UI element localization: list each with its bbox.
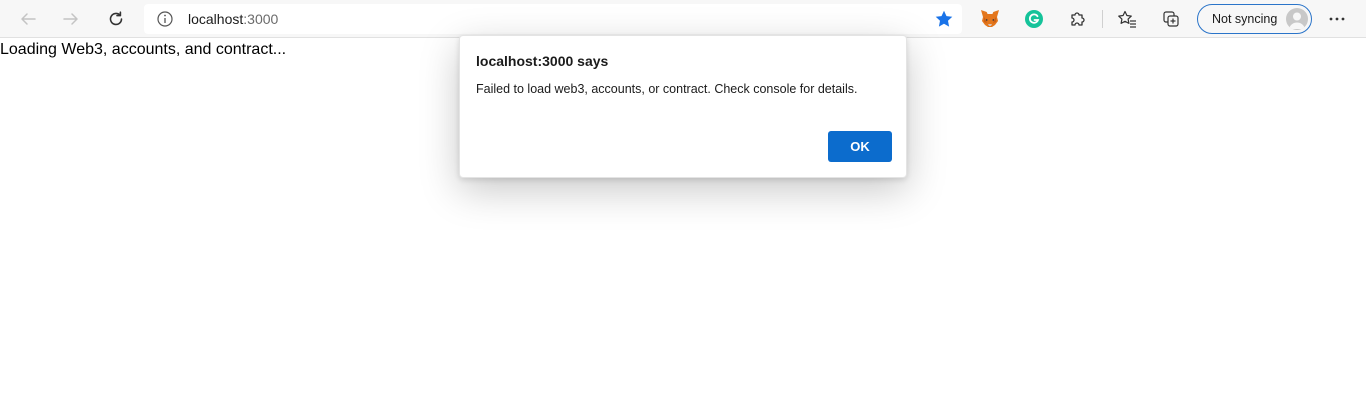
forward-button[interactable]: [56, 4, 86, 34]
address-bar[interactable]: localhost:3000: [144, 4, 962, 34]
browser-toolbar: localhost:3000 Not syncing: [0, 0, 1366, 38]
toolbar-divider: [1102, 10, 1103, 28]
more-dots-icon: [1329, 17, 1345, 21]
dialog-title: localhost:3000 says: [476, 53, 609, 69]
loading-status-text: Loading Web3, accounts, and contract...: [0, 41, 287, 58]
star-filled-icon[interactable]: [934, 9, 954, 29]
url-host: localhost: [188, 11, 244, 27]
extensions-button[interactable]: [1063, 4, 1093, 34]
back-button[interactable]: [13, 4, 43, 34]
arrow-left-icon: [21, 13, 36, 25]
alert-dialog: localhost:3000 says Failed to load web3,…: [459, 35, 907, 178]
profile-button[interactable]: Not syncing: [1197, 4, 1312, 34]
collections-icon: [1163, 11, 1179, 27]
info-icon[interactable]: [156, 10, 174, 28]
profile-label: Not syncing: [1212, 12, 1278, 26]
metamask-fox-icon: [981, 10, 999, 27]
refresh-button[interactable]: [101, 4, 131, 34]
user-avatar-icon: [1286, 8, 1308, 30]
grammarly-icon: [1025, 10, 1043, 28]
dialog-message: Failed to load web3, accounts, or contra…: [476, 82, 858, 96]
url-port: :3000: [243, 11, 279, 27]
favorites-button[interactable]: [1112, 4, 1142, 34]
collections-button[interactable]: [1156, 4, 1186, 34]
more-options-button[interactable]: [1322, 4, 1352, 34]
ok-button[interactable]: OK: [828, 131, 892, 162]
refresh-icon: [109, 11, 123, 26]
url-text[interactable]: localhost:3000: [188, 11, 278, 27]
arrow-right-icon: [63, 13, 78, 25]
metamask-extension-button[interactable]: [975, 4, 1005, 34]
puzzle-icon: [1071, 12, 1085, 26]
favorites-star-icon: [1118, 10, 1136, 28]
grammarly-extension-button[interactable]: [1019, 4, 1049, 34]
